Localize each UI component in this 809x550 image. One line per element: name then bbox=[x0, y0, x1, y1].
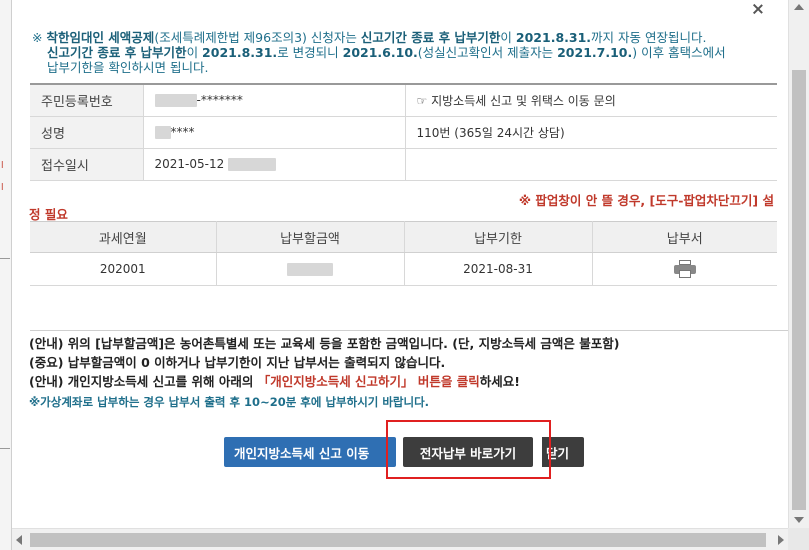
notice-text: ) 이후 홈택스에서 bbox=[632, 45, 726, 60]
notice-text: 까지 자동 연장됩니다. bbox=[591, 30, 707, 45]
notice-text: ※ bbox=[32, 30, 47, 45]
guide-text: (안내) 개인지방소득세 신고를 위해 아래의 bbox=[29, 374, 258, 389]
redacted-block bbox=[154, 94, 197, 108]
table-row: 접수일시 2021-05-12 bbox=[30, 148, 777, 181]
table-row: 202001 2021-08-31 bbox=[30, 252, 777, 286]
guide-line-2: (중요) 납부할금액이 0 이하거나 납부기한이 지난 납부서는 출력되지 않습… bbox=[29, 355, 446, 370]
close-button[interactable]: 닫기 bbox=[538, 437, 584, 467]
guide-line-1: (안내) 위의 [납부할금액]은 농어촌특별세 또는 교육세 등을 포함한 금액… bbox=[29, 336, 620, 351]
background-page-edge: l l bbox=[0, 0, 12, 550]
receipt-date-cell: 2021-05-12 bbox=[143, 148, 406, 181]
notice-bold: 신고기간 종료 후 납부기한 bbox=[47, 45, 187, 60]
print-bill-cell bbox=[592, 252, 777, 286]
name-label: 성명 bbox=[30, 116, 144, 149]
printer-icon[interactable] bbox=[673, 260, 696, 278]
rrn-label: 주민등록번호 bbox=[30, 84, 144, 117]
name-value: **** bbox=[170, 125, 195, 139]
notice-bold: 2021.7.10. bbox=[557, 45, 633, 60]
guide-text: 하세요! bbox=[479, 374, 520, 389]
scroll-up-icon[interactable] bbox=[794, 4, 804, 10]
receipt-date-label: 접수일시 bbox=[30, 148, 144, 181]
background-page-mark: l bbox=[1, 183, 4, 193]
scrollbar-thumb[interactable] bbox=[792, 70, 806, 510]
amount-cell bbox=[216, 252, 405, 286]
guide-line-4: ※가상계좌로 납부하는 경우 납부서 출력 후 10~20분 후에 납부하시기 … bbox=[29, 395, 430, 409]
col-header-period: 과세연월 bbox=[30, 221, 217, 253]
payment-table: 과세연월 납부할금액 납부기한 납부서 202001 2021-08-31 bbox=[30, 221, 777, 286]
table-header-row: 과세연월 납부할금액 납부기한 납부서 bbox=[30, 221, 777, 253]
col-header-bill: 납부서 bbox=[592, 221, 777, 253]
vertical-scrollbar[interactable] bbox=[788, 0, 809, 528]
guide-line-3: (안내) 개인지방소득세 신고를 위해 아래의 「개인지방소득세 신고하기」 버… bbox=[29, 372, 788, 391]
col-header-amount: 납부할금액 bbox=[216, 221, 405, 253]
notice-bold: 2021.6.10. bbox=[342, 45, 418, 60]
due-date-cell: 2021-08-31 bbox=[404, 252, 593, 286]
empty-cell bbox=[405, 148, 777, 181]
name-value-cell: **** bbox=[143, 116, 406, 149]
divider bbox=[30, 330, 788, 331]
notice-bold: 2021.8.31. bbox=[202, 45, 278, 60]
notice-text: 로 변경되니 bbox=[277, 45, 343, 60]
horizontal-scrollbar[interactable] bbox=[12, 528, 788, 550]
redacted-block bbox=[228, 158, 277, 171]
notice-text: (성실신고확인서 제출자는 bbox=[417, 45, 558, 60]
notice-text: 이 bbox=[500, 30, 516, 45]
close-icon[interactable] bbox=[753, 4, 763, 14]
notice-text: (조세특례제한법 제96조의3) 신청자는 bbox=[154, 30, 361, 45]
notice-line-3: 납부기한을 확인하시면 됩니다. bbox=[47, 60, 209, 75]
background-page-divider bbox=[0, 448, 10, 449]
popup-block-warning: ※ 팝업창이 안 뜰 경우, [도구-팝업차단끄기] 설 bbox=[518, 193, 774, 208]
receipt-date-value: 2021-05-12 bbox=[154, 157, 225, 171]
local-tax-filing-button[interactable]: 개인지방소득세 신고 이동 bbox=[224, 437, 396, 467]
scroll-left-icon[interactable] bbox=[16, 535, 22, 545]
notice-bold: 착한임대인 세액공제 bbox=[46, 30, 155, 45]
period-cell: 202001 bbox=[30, 252, 217, 286]
scroll-right-icon[interactable] bbox=[778, 535, 784, 545]
tax-payment-popup: ※ 착한임대인 세액공제(조세특례제한법 제96조의3) 신청자는 신고기간 종… bbox=[12, 0, 809, 550]
scroll-down-icon[interactable] bbox=[794, 517, 804, 523]
local-tax-inquiry: ☞ 지방소득세 신고 및 위택스 이동 문의 bbox=[405, 84, 777, 117]
notice-bold: 신고기간 종료 후 납부기한 bbox=[360, 30, 501, 45]
table-row: 주민등록번호 -******* ☞ 지방소득세 신고 및 위택스 이동 문의 bbox=[30, 84, 777, 117]
table-row: 성명 **** 110번 (365일 24시간 상담) bbox=[30, 116, 777, 149]
popup-content: ※ 착한임대인 세액공제(조세특례제한법 제96조의3) 신청자는 신고기간 종… bbox=[12, 0, 788, 528]
scrollbar-thumb[interactable] bbox=[30, 533, 766, 547]
rrn-value: -******* bbox=[196, 93, 243, 108]
redacted-block bbox=[154, 126, 171, 139]
background-page-mark: l bbox=[1, 161, 4, 171]
scrollbar-corner bbox=[788, 528, 809, 550]
hotline-info: 110번 (365일 24시간 상담) bbox=[405, 116, 777, 149]
rrn-value-cell: -******* bbox=[143, 84, 406, 117]
notice-bold: 2021.8.31. bbox=[515, 30, 592, 45]
redacted-block bbox=[287, 263, 333, 276]
e-payment-button[interactable]: 전자납부 바로가기 bbox=[403, 437, 533, 467]
payment-guide: (안내) 위의 [납부할금액]은 농어촌특별세 또는 교육세 등을 포함한 금액… bbox=[29, 334, 788, 412]
taxpayer-info-table: 주민등록번호 -******* ☞ 지방소득세 신고 및 위택스 이동 문의 성… bbox=[30, 83, 777, 181]
col-header-due-date: 납부기한 bbox=[404, 221, 593, 253]
background-page-divider bbox=[0, 258, 10, 259]
deadline-extension-notice: ※ 착한임대인 세액공제(조세특례제한법 제96조의3) 신청자는 신고기간 종… bbox=[32, 30, 782, 75]
guide-highlight: 「개인지방소득세 신고하기」 버튼을 클릭 bbox=[257, 374, 480, 389]
notice-text: 이 bbox=[186, 45, 203, 60]
